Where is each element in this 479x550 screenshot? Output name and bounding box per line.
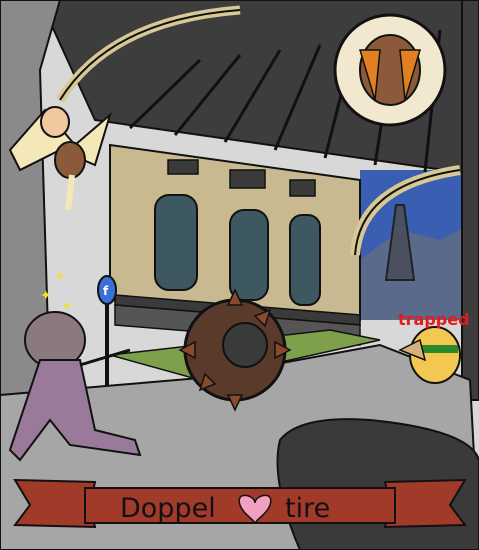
dizzy-star: ✦ [55,269,65,283]
dizzy-star: ✦ [62,299,72,313]
game-scene: f ✦ ✦ ✦ trapped Doppel tire [0,0,479,550]
trapped-label: trapped [398,310,470,329]
title-part1: Doppel [120,493,216,524]
dizzy-star: ✦ [40,288,52,304]
right-pillar [461,0,479,401]
sign-letter: f [103,284,109,298]
distant-landscape [360,170,470,320]
monster-portrait[interactable] [333,13,447,127]
title-part2: tire [285,493,330,524]
title-ribbon: Doppel tire [13,478,467,529]
scene-canvas: f ✦ ✦ ✦ trapped Doppel tire [0,0,479,550]
